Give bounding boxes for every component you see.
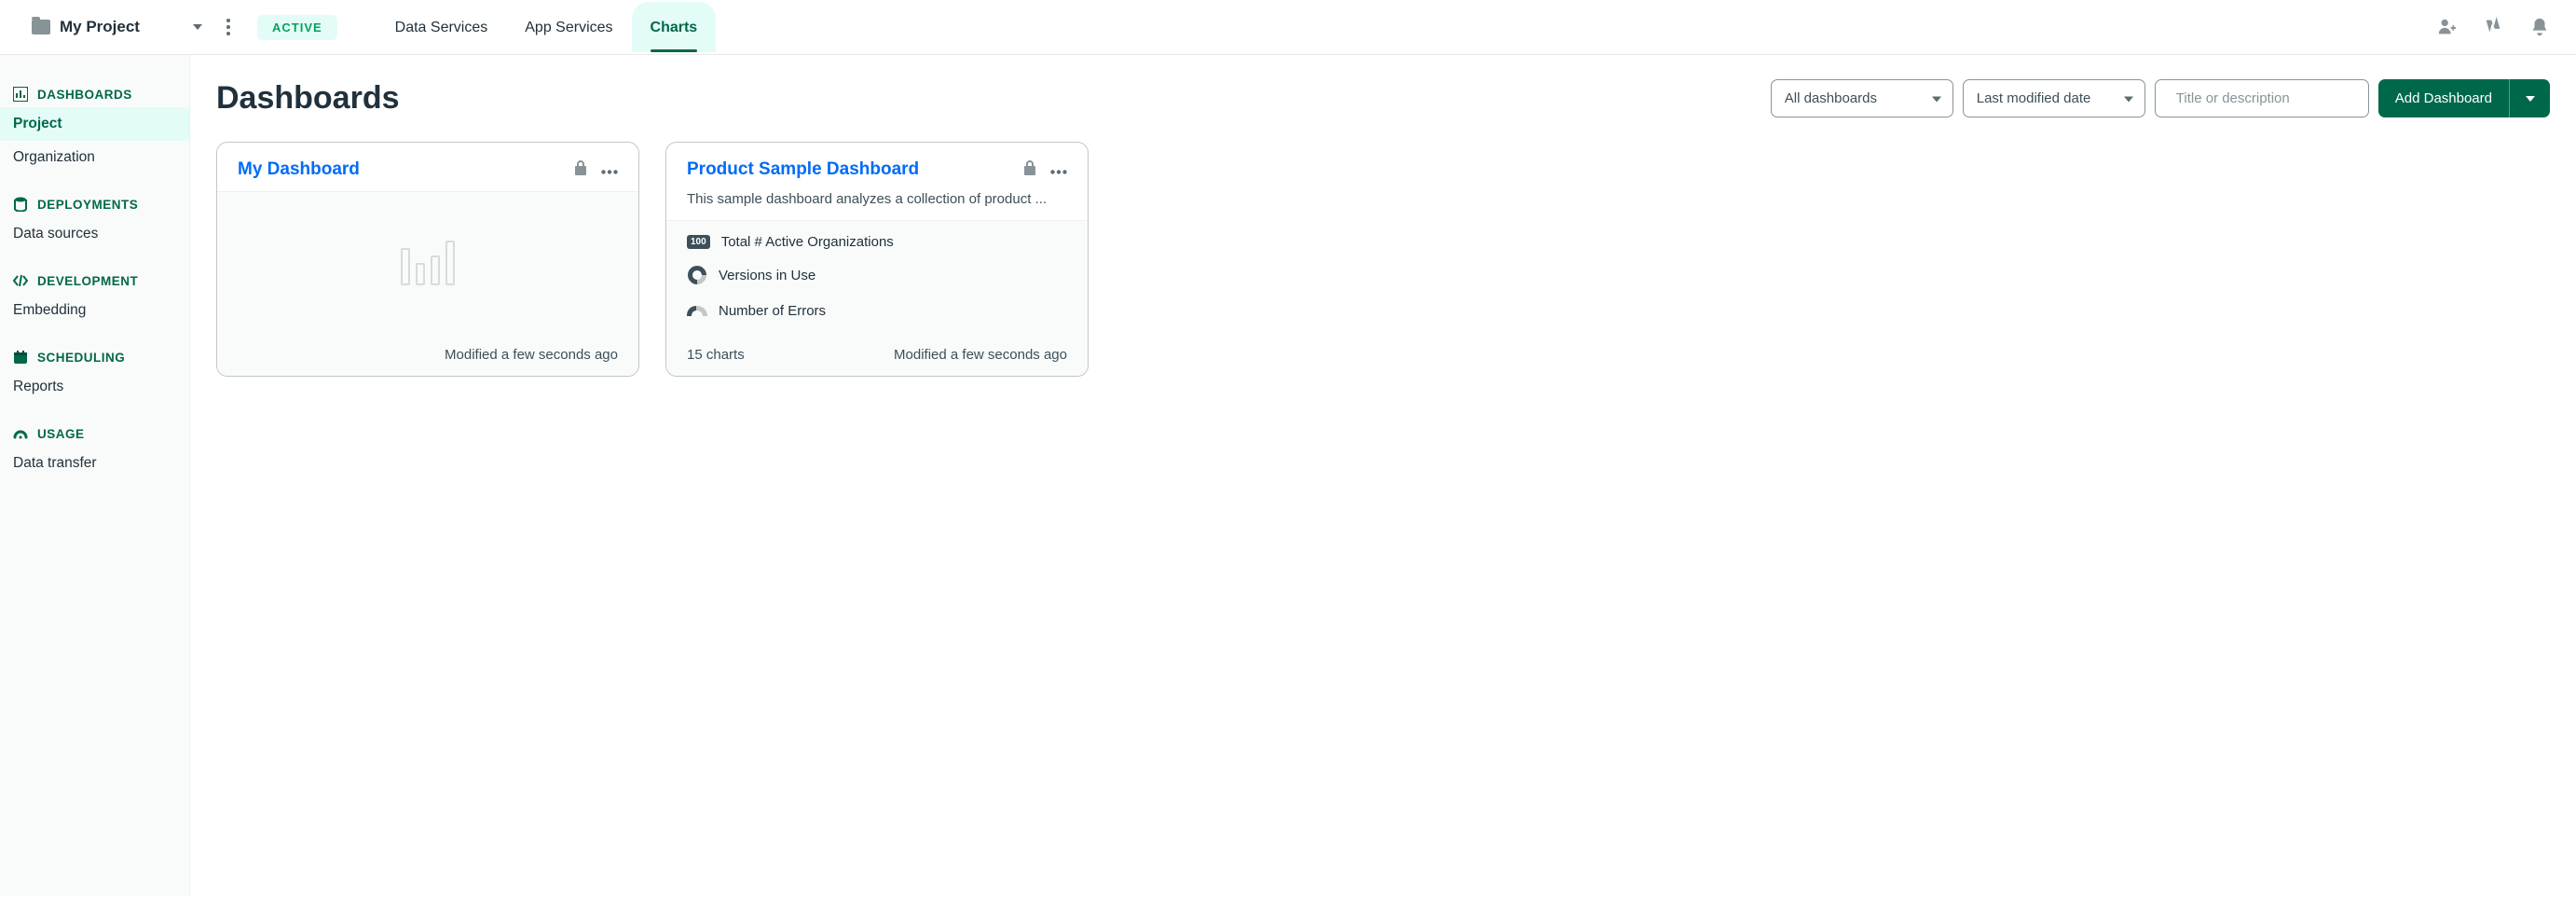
topbar-right [2436, 17, 2550, 37]
card-chart-count: 15 charts [687, 347, 894, 363]
dashboard-card-title[interactable]: My Dashboard [238, 159, 573, 180]
notifications-icon[interactable] [2529, 17, 2550, 37]
metric-row: 100 Total # Active Organizations [687, 234, 1067, 250]
dashboard-icon [13, 87, 28, 102]
sidebar-heading-deployments: DEPLOYMENTS [0, 191, 189, 217]
dashboard-card: My Dashboard Mo [216, 142, 639, 377]
sidebar-heading-dashboards: DASHBOARDS [0, 81, 189, 107]
main-content: Dashboards All dashboards Last modified … [190, 55, 2576, 896]
lock-icon [573, 159, 588, 180]
sidebar-item-embedding[interactable]: Embedding [0, 294, 189, 327]
add-dashboard-caret-button[interactable] [2509, 79, 2550, 117]
folder-icon [32, 20, 50, 34]
metric-label: Versions in Use [719, 268, 815, 283]
invite-user-icon[interactable] [2436, 17, 2457, 37]
card-menu-button[interactable] [601, 162, 618, 178]
donut-chart-icon [687, 265, 707, 285]
tab-data-services[interactable]: Data Services [377, 2, 507, 52]
sidebar-heading-scheduling: SCHEDULING [0, 344, 189, 370]
sidebar: DASHBOARDS Project Organization DEPLOYME… [0, 55, 190, 896]
chevron-down-icon [190, 20, 205, 34]
search-input[interactable] [2176, 90, 2362, 106]
add-dashboard-button[interactable]: Add Dashboard [2378, 79, 2509, 117]
card-menu-button[interactable] [1050, 162, 1067, 178]
top-bar: My Project ACTIVE Data Services App Serv… [0, 0, 2576, 55]
code-icon [13, 273, 28, 288]
tab-app-services[interactable]: App Services [506, 2, 631, 52]
sort-value: Last modified date [1977, 90, 2091, 106]
calendar-icon [13, 350, 28, 365]
lock-icon [1022, 159, 1037, 180]
tab-charts[interactable]: Charts [632, 2, 717, 52]
page-header: Dashboards All dashboards Last modified … [216, 79, 2550, 117]
dashboard-cards: My Dashboard Mo [216, 142, 2550, 377]
chevron-down-icon [2124, 90, 2133, 106]
card-modified: Modified a few seconds ago [445, 347, 618, 363]
card-modified: Modified a few seconds ago [894, 347, 1067, 363]
sidebar-item-organization[interactable]: Organization [0, 141, 189, 174]
sidebar-heading-usage: USAGE [0, 421, 189, 447]
chevron-down-icon [1932, 90, 1941, 106]
main-nav-tabs: Data Services App Services Charts [377, 2, 717, 52]
sidebar-item-data-transfer[interactable]: Data transfer [0, 447, 189, 480]
card-preview-empty [217, 191, 638, 334]
filter-dashboards-value: All dashboards [1785, 90, 1877, 106]
empty-chart-icon [401, 241, 455, 285]
filter-dashboards-select[interactable]: All dashboards [1771, 79, 1953, 117]
database-icon [13, 197, 28, 212]
dashboard-card-title[interactable]: Product Sample Dashboard [687, 159, 1022, 180]
metric-label: Number of Errors [719, 303, 826, 319]
project-menu-button[interactable] [216, 15, 240, 39]
project-name: My Project [60, 18, 140, 36]
metric-row: Versions in Use [687, 265, 1067, 285]
card-description: This sample dashboard analyzes a collect… [666, 191, 1088, 220]
sidebar-item-project[interactable]: Project [0, 107, 189, 141]
metric-label: Total # Active Organizations [721, 234, 894, 250]
status-badge: ACTIVE [257, 15, 337, 40]
sidebar-heading-development: DEVELOPMENT [0, 268, 189, 294]
page-title: Dashboards [216, 80, 1761, 117]
add-dashboard-group: Add Dashboard [2378, 79, 2550, 117]
project-selector[interactable]: My Project [32, 18, 205, 36]
search-field-wrap[interactable] [2155, 79, 2369, 117]
sidebar-item-data-sources[interactable]: Data sources [0, 217, 189, 251]
metric-number-badge: 100 [687, 235, 710, 249]
metric-row: Number of Errors [687, 300, 1067, 321]
activity-icon[interactable] [2483, 17, 2503, 37]
sort-select[interactable]: Last modified date [1963, 79, 2145, 117]
dashboard-card: Product Sample Dashboard This sample das… [665, 142, 1089, 377]
card-preview-list: 100 Total # Active Organizations Version… [666, 220, 1088, 334]
sidebar-item-reports[interactable]: Reports [0, 370, 189, 404]
gauge-icon [13, 426, 28, 441]
gauge-chart-icon [687, 300, 707, 321]
